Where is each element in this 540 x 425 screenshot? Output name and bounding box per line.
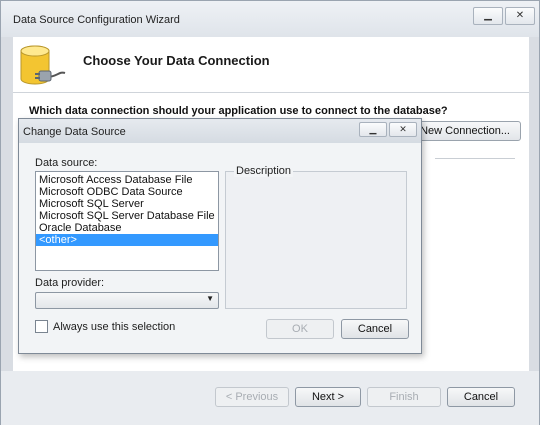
finish-button[interactable]: Finish <box>367 387 441 407</box>
data-source-item[interactable]: Microsoft Access Database File <box>36 174 218 186</box>
wizard-titlebar[interactable]: Data Source Configuration Wizard ▁ ✕ <box>1 1 539 37</box>
wizard-window-controls: ▁ ✕ <box>471 7 535 25</box>
data-source-item[interactable]: Oracle Database <box>36 222 218 234</box>
data-source-item[interactable]: <other> <box>36 234 218 246</box>
database-plug-icon <box>20 45 66 85</box>
change-data-source-dialog: Change Data Source ▁ ✕ Data source: Micr… <box>18 118 422 354</box>
chevron-down-icon: ▼ <box>206 294 214 303</box>
next-button[interactable]: Next > <box>295 387 361 407</box>
dialog-close-button[interactable]: ✕ <box>389 122 417 137</box>
data-source-item[interactable]: Microsoft SQL Server <box>36 198 218 210</box>
data-provider-select[interactable]: ▼ <box>35 292 219 309</box>
data-provider-label: Data provider: <box>35 277 105 289</box>
dialog-cancel-button[interactable]: Cancel <box>341 319 409 339</box>
ok-button[interactable]: OK <box>266 319 334 339</box>
wizard-minimize-button[interactable]: ▁ <box>473 7 503 25</box>
data-source-item[interactable]: Microsoft ODBC Data Source <box>36 186 218 198</box>
always-use-row[interactable]: Always use this selection <box>35 320 175 333</box>
divider <box>435 158 515 159</box>
data-source-list[interactable]: Microsoft Access Database File Microsoft … <box>35 171 219 271</box>
wizard-cancel-button[interactable]: Cancel <box>447 387 515 407</box>
connection-question: Which data connection should your applic… <box>29 105 448 117</box>
dialog-window-controls: ▁ ✕ <box>357 122 417 137</box>
previous-button[interactable]: < Previous <box>215 387 289 407</box>
data-source-label: Data source: <box>35 157 98 169</box>
data-source-item[interactable]: Microsoft SQL Server Database File <box>36 210 218 222</box>
dialog-minimize-button[interactable]: ▁ <box>359 122 387 137</box>
wizard-heading: Choose Your Data Connection <box>83 53 270 68</box>
always-use-checkbox[interactable] <box>35 320 48 333</box>
dialog-titlebar[interactable]: Change Data Source ▁ ✕ <box>19 119 421 143</box>
wizard-close-button[interactable]: ✕ <box>505 7 535 25</box>
wizard-footer: < Previous Next > Finish Cancel <box>1 371 539 425</box>
wizard-header: Choose Your Data Connection <box>13 37 529 93</box>
wizard-title: Data Source Configuration Wizard <box>13 14 180 26</box>
always-use-label: Always use this selection <box>53 320 176 333</box>
description-group: Description <box>225 165 407 309</box>
description-label: Description <box>234 165 294 177</box>
dialog-title: Change Data Source <box>23 126 126 138</box>
